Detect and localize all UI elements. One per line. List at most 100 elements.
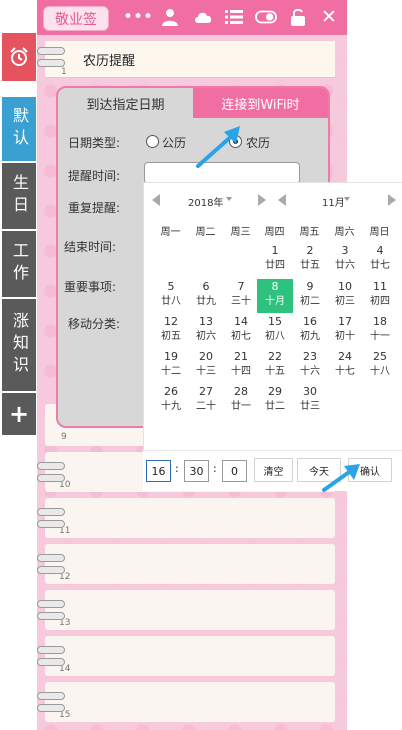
note-item-lunar[interactable]: 农历提醒 1 bbox=[45, 41, 335, 78]
prev-year-arrow-icon[interactable] bbox=[152, 194, 160, 206]
tab-default[interactable]: 默认 bbox=[2, 97, 36, 161]
lunar-day: 十一 bbox=[370, 331, 390, 342]
calendar-day[interactable]: 3 廿六 bbox=[327, 243, 363, 277]
minute-input[interactable]: 30 bbox=[184, 460, 209, 482]
calendar-day[interactable]: 21 十四 bbox=[223, 349, 259, 383]
calendar-day[interactable]: 7 三十 bbox=[223, 279, 259, 313]
day-number: 30 bbox=[303, 385, 317, 398]
tab-knowledge-label: 涨知识 bbox=[10, 312, 29, 378]
calendar-day[interactable]: 19 十二 bbox=[153, 349, 189, 383]
lunar-label: 农历 bbox=[246, 136, 271, 150]
calendar-day[interactable]: 2 廿五 bbox=[292, 243, 328, 277]
calendar-day[interactable]: 15 初八 bbox=[257, 314, 293, 348]
lunar-day: 十四 bbox=[231, 366, 251, 377]
calendar-day[interactable]: 10 初三 bbox=[327, 279, 363, 313]
calendar-day[interactable]: 28 廿一 bbox=[223, 384, 259, 418]
calendar-day[interactable]: 4 廿七 bbox=[362, 243, 398, 277]
toggle-icon[interactable] bbox=[255, 6, 277, 28]
day-number: 8 bbox=[271, 280, 279, 293]
binder-ring bbox=[37, 462, 65, 470]
calendar-day[interactable]: 20 十三 bbox=[188, 349, 224, 383]
unlock-icon[interactable] bbox=[287, 6, 309, 28]
tab-add[interactable]: + bbox=[2, 393, 36, 435]
tab-knowledge[interactable]: 涨知识 bbox=[2, 299, 36, 391]
month-select[interactable]: 11月 bbox=[322, 194, 345, 209]
lunar-day: 初二 bbox=[300, 296, 320, 307]
calendar-day[interactable]: 26 十九 bbox=[153, 384, 189, 418]
clear-button[interactable]: 清空 bbox=[254, 458, 293, 482]
year-select[interactable]: 2018年 bbox=[188, 194, 223, 209]
brand-logo[interactable]: 敬业签 bbox=[43, 6, 109, 31]
note-row[interactable]: 13 bbox=[45, 590, 335, 630]
calendar-day[interactable]: 18 十一 bbox=[362, 314, 398, 348]
tab-work[interactable]: 工作 bbox=[2, 231, 36, 297]
calendar-day[interactable]: 9 初二 bbox=[292, 279, 328, 313]
lunar-day: 廿三 bbox=[300, 401, 320, 412]
binder-ring bbox=[37, 474, 65, 482]
binder-ring bbox=[37, 566, 65, 574]
calendar-day[interactable]: 24 十七 bbox=[327, 349, 363, 383]
calendar-day[interactable]: 12 初五 bbox=[153, 314, 189, 348]
note-row[interactable]: 15 bbox=[45, 682, 335, 722]
calendar-day[interactable]: 5 廿八 bbox=[153, 279, 189, 313]
hour-input[interactable]: 16 bbox=[146, 460, 171, 482]
lunar-day: 十八 bbox=[370, 366, 390, 377]
day-number: 26 bbox=[164, 385, 178, 398]
lunar-day: 二十 bbox=[196, 401, 216, 412]
tab-birthday[interactable]: 生日 bbox=[2, 163, 36, 229]
day-number: 14 bbox=[234, 315, 248, 328]
day-number: 20 bbox=[199, 350, 213, 363]
lunar-day: 初五 bbox=[161, 331, 181, 342]
day-number: 10 bbox=[338, 280, 352, 293]
user-icon[interactable] bbox=[159, 6, 181, 28]
lunar-day: 初六 bbox=[196, 331, 216, 342]
calendar-day[interactable]: 16 初九 bbox=[292, 314, 328, 348]
calendar-day[interactable]: 6 廿九 bbox=[188, 279, 224, 313]
calendar-day[interactable]: 30 廿三 bbox=[292, 384, 328, 418]
calendar-day[interactable]: 22 十五 bbox=[257, 349, 293, 383]
lunar-day: 廿七 bbox=[370, 260, 390, 271]
calendar-day[interactable]: 25 十八 bbox=[362, 349, 398, 383]
calendar-day[interactable]: 27 二十 bbox=[188, 384, 224, 418]
hint-arrow-icon bbox=[196, 126, 240, 168]
list-icon[interactable] bbox=[223, 6, 245, 28]
calendar-day[interactable]: 17 初十 bbox=[327, 314, 363, 348]
binder-ring bbox=[37, 646, 65, 654]
calendar-day[interactable]: 1 廿四 bbox=[257, 243, 293, 277]
note-row[interactable]: 14 bbox=[45, 636, 335, 676]
calendar-day[interactable]: 11 初四 bbox=[362, 279, 398, 313]
hint-arrow-icon bbox=[322, 464, 360, 492]
calendar-day[interactable]: 23 十六 bbox=[292, 349, 328, 383]
lunar-day: 初四 bbox=[370, 296, 390, 307]
important-label: 重要事项: bbox=[64, 280, 117, 294]
cloud-icon[interactable] bbox=[192, 6, 214, 28]
calendar-day[interactable]: 14 初七 bbox=[223, 314, 259, 348]
day-number: 22 bbox=[268, 350, 282, 363]
tab-birthday-label: 生日 bbox=[10, 174, 29, 218]
day-number: 11 bbox=[373, 280, 387, 293]
next-year-arrow-icon[interactable] bbox=[258, 194, 266, 206]
category-sidebar: 默认 生日 工作 涨知识 + bbox=[0, 33, 38, 438]
tab-specified-date[interactable]: 到达指定日期 bbox=[58, 88, 193, 118]
row-number: 9 bbox=[61, 432, 67, 442]
day-number: 9 bbox=[306, 280, 314, 293]
more-icon[interactable]: ••• bbox=[123, 6, 153, 28]
prev-month-arrow-icon[interactable] bbox=[278, 194, 286, 206]
close-icon[interactable]: ✕ bbox=[318, 6, 340, 28]
tab-alarm[interactable] bbox=[2, 33, 36, 81]
note-row[interactable]: 12 bbox=[45, 544, 335, 584]
binder-ring bbox=[37, 612, 65, 620]
lunar-day: 廿四 bbox=[265, 260, 285, 271]
second-input[interactable]: 0 bbox=[222, 460, 247, 482]
solar-radio[interactable] bbox=[146, 135, 159, 148]
note-row[interactable]: 11 bbox=[45, 498, 335, 538]
calendar-day[interactable]: 29 廿二 bbox=[257, 384, 293, 418]
next-month-arrow-icon[interactable] bbox=[388, 194, 396, 206]
calendar-day-selected[interactable]: 8 十月 bbox=[257, 279, 293, 313]
day-number: 5 bbox=[167, 280, 175, 293]
calendar-day[interactable]: 13 初六 bbox=[188, 314, 224, 348]
weekday-header: 周一 bbox=[160, 227, 181, 238]
lunar-day: 初三 bbox=[335, 296, 355, 307]
time-separator: : bbox=[213, 462, 217, 475]
day-number: 25 bbox=[373, 350, 387, 363]
